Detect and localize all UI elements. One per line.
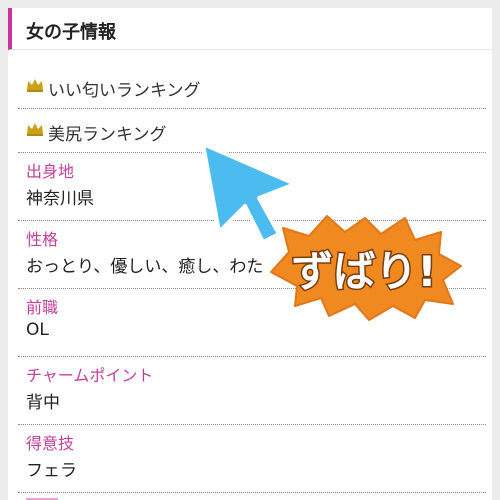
info-label: チャームポイント: [26, 366, 154, 385]
zubari-text: ずばり!: [291, 247, 436, 296]
info-row-specialty: 得意技 フェラ: [18, 424, 486, 493]
ranking-item-scent[interactable]: いい匂いランキング: [18, 64, 486, 109]
info-row-charm-point: チャームポイント 背中: [18, 356, 486, 425]
ranking-label: いい匂いランキング: [48, 81, 201, 101]
info-label: 出身地: [26, 162, 75, 181]
info-row-next: [18, 492, 486, 500]
ranking-label: 美尻ランキング: [48, 125, 167, 145]
info-value: 神奈川県: [26, 189, 94, 209]
zubari-burst-badge: ずばり!: [270, 215, 462, 321]
info-value: フェラ: [26, 461, 77, 481]
section-header: 女の子情報: [8, 8, 492, 50]
info-value: おっとり、優しい、癒し、わた: [26, 257, 264, 277]
crown-icon: [27, 79, 43, 92]
info-label: 得意技: [26, 434, 75, 453]
info-label: 前職: [26, 298, 59, 317]
info-value: OL: [26, 320, 49, 340]
crown-icon: [27, 123, 43, 136]
info-value: 背中: [26, 393, 60, 413]
section-title: 女の子情報: [26, 22, 116, 43]
info-label: 性格: [26, 230, 59, 249]
